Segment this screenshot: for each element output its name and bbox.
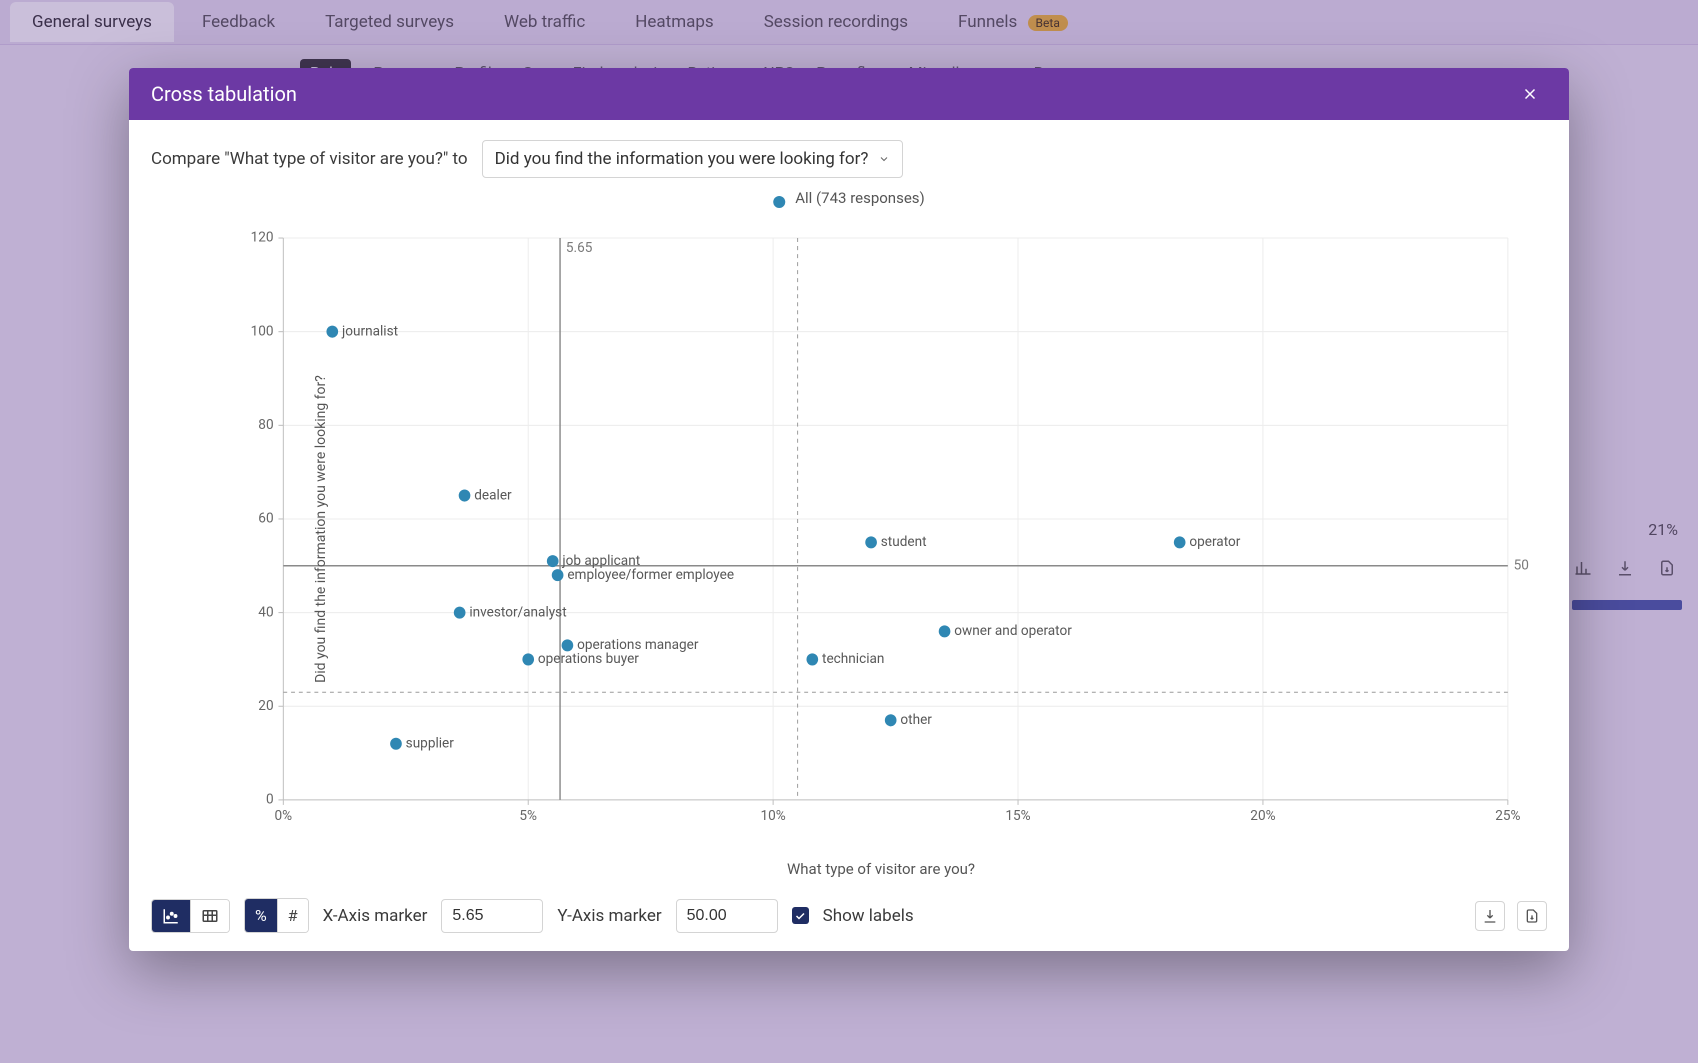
svg-text:5.65: 5.65: [566, 240, 593, 256]
svg-text:80: 80: [258, 417, 273, 433]
download-group: [1475, 901, 1547, 931]
y-marker-input[interactable]: [676, 899, 778, 933]
svg-text:10%: 10%: [761, 808, 786, 824]
svg-text:0%: 0%: [275, 808, 293, 824]
dot-icon: [773, 196, 785, 208]
all-responses-text: All (743 responses): [795, 189, 925, 207]
svg-text:25%: 25%: [1495, 808, 1520, 824]
modal-overlay: Cross tabulation Compare "What type of v…: [0, 0, 1698, 1063]
svg-text:20%: 20%: [1250, 808, 1275, 824]
svg-text:20: 20: [258, 698, 273, 714]
show-labels-checkbox[interactable]: [792, 907, 809, 924]
svg-text:operations buyer: operations buyer: [538, 651, 639, 667]
svg-text:other: other: [900, 712, 932, 728]
unit-count-button[interactable]: #: [278, 899, 308, 932]
svg-text:operator: operator: [1189, 534, 1240, 550]
compare-select-value: Did you find the information you were lo…: [495, 149, 869, 169]
svg-text:journalist: journalist: [341, 323, 399, 339]
unit-toggle: % #: [244, 898, 309, 933]
svg-text:120: 120: [251, 230, 274, 246]
svg-text:student: student: [881, 534, 927, 550]
compare-select[interactable]: Did you find the information you were lo…: [482, 140, 904, 178]
svg-text:40: 40: [258, 604, 273, 620]
svg-text:100: 100: [251, 323, 274, 339]
modal-body: Compare "What type of visitor are you?" …: [129, 120, 1569, 951]
svg-text:employee/former employee: employee/former employee: [567, 567, 734, 583]
unit-percent-button[interactable]: %: [245, 899, 278, 932]
show-labels-label: Show labels: [823, 906, 914, 926]
modal-title: Cross tabulation: [151, 82, 297, 106]
svg-text:supplier: supplier: [406, 735, 455, 751]
svg-text:60: 60: [258, 510, 273, 526]
chart-area: All (743 responses) 5.65 50 0 20 40 60 80 100 12…: [151, 188, 1547, 888]
scatter-svg: 5.65 50 0 20 40 60 80 100 120 0% 5% 10% 15% 20% 25% jou…: [225, 228, 1537, 830]
x-marker-label: X-Axis marker: [323, 906, 428, 926]
svg-text:5%: 5%: [519, 808, 537, 824]
svg-text:investor/analyst: investor/analyst: [469, 604, 567, 620]
compare-label: Compare "What type of visitor are you?" …: [151, 149, 468, 169]
download-button[interactable]: [1475, 901, 1505, 931]
y-axis-title: Did you find the information you were lo…: [313, 375, 329, 683]
view-scatter-button[interactable]: [152, 900, 191, 932]
close-icon[interactable]: [1521, 85, 1549, 103]
svg-text:technician: technician: [822, 651, 884, 667]
chevron-down-icon: [878, 153, 890, 165]
chart-toolbar: % # X-Axis marker Y-Axis marker Show lab…: [151, 888, 1547, 933]
svg-text:dealer: dealer: [474, 487, 512, 503]
all-responses-label: All (743 responses): [773, 188, 925, 208]
view-toggle: [151, 899, 230, 933]
export-file-button[interactable]: [1517, 901, 1547, 931]
x-axis-title: What type of visitor are you?: [225, 860, 1537, 878]
svg-text:0: 0: [266, 791, 274, 807]
svg-text:50: 50: [1514, 557, 1529, 573]
scatter-plot: 5.65 50 0 20 40 60 80 100 120 0% 5% 10% 15% 20% 25% jou…: [225, 228, 1537, 830]
modal-header: Cross tabulation: [129, 68, 1569, 120]
compare-row: Compare "What type of visitor are you?" …: [151, 140, 1547, 178]
x-marker-input[interactable]: [441, 899, 543, 933]
y-marker-label: Y-Axis marker: [557, 906, 661, 926]
svg-text:owner and operator: owner and operator: [954, 623, 1072, 639]
crosstab-modal: Cross tabulation Compare "What type of v…: [129, 68, 1569, 951]
svg-text:15%: 15%: [1005, 808, 1030, 824]
view-table-button[interactable]: [191, 900, 229, 932]
